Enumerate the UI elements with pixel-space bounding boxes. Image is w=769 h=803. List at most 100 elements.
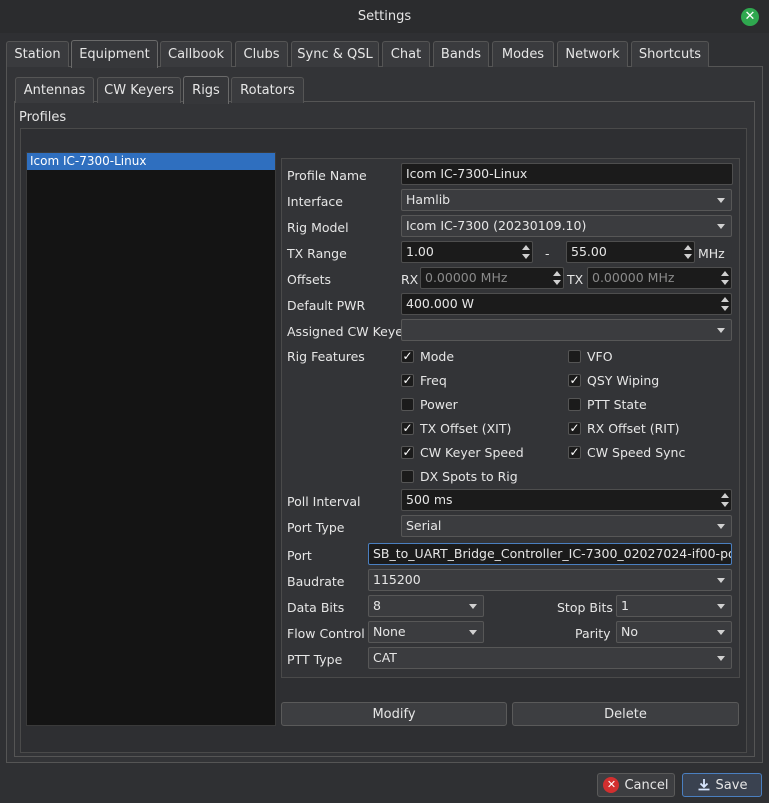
ptt-type-label: PTT Type bbox=[287, 652, 343, 667]
tab-chat[interactable]: Chat bbox=[382, 41, 430, 67]
feature-label: Freq bbox=[420, 373, 447, 388]
offsets-tx-label: TX bbox=[567, 272, 584, 287]
profile-list-item[interactable]: Icom IC-7300-Linux bbox=[27, 153, 275, 170]
default-pwr-value: 400.000 W bbox=[406, 296, 475, 311]
feature-checkbox[interactable]: ✓ bbox=[568, 374, 581, 387]
feature-label: Mode bbox=[420, 349, 455, 364]
tab-clubs[interactable]: Clubs bbox=[235, 41, 288, 67]
stop-bits-value: 1 bbox=[621, 598, 629, 613]
tx-range-from-input[interactable]: 1.00 bbox=[401, 241, 533, 263]
profile-list[interactable] bbox=[26, 152, 276, 726]
chevron-down-icon bbox=[717, 198, 725, 203]
profiles-label: Profiles bbox=[19, 110, 67, 125]
cancel-icon: ✕ bbox=[603, 777, 620, 793]
tab-station[interactable]: Station bbox=[6, 41, 69, 67]
assigned-cw-keyer-select[interactable] bbox=[401, 319, 732, 341]
chevron-down-icon bbox=[469, 630, 477, 635]
feature-checkbox[interactable]: ✓ bbox=[401, 446, 414, 459]
tab-bands[interactable]: Bands bbox=[433, 41, 489, 67]
baudrate-label: Baudrate bbox=[287, 574, 345, 589]
modify-button[interactable]: Modify bbox=[281, 702, 507, 726]
flow-control-value: None bbox=[373, 624, 406, 639]
poll-interval-input[interactable]: 500 ms bbox=[401, 489, 732, 511]
tx-range-to-input[interactable]: 55.00 bbox=[566, 241, 695, 263]
parity-value: No bbox=[621, 624, 638, 639]
feature-checkbox[interactable]: ✓ bbox=[401, 374, 414, 387]
feature-checkbox[interactable]: ✓ bbox=[568, 446, 581, 459]
ptt-type-select[interactable]: CAT bbox=[368, 647, 732, 669]
window-title: Settings bbox=[357, 9, 412, 24]
data-bits-select[interactable]: 8 bbox=[368, 595, 484, 617]
spin-arrows-icon[interactable] bbox=[551, 268, 563, 288]
port-type-select[interactable]: Serial bbox=[401, 515, 732, 537]
port-label: Port bbox=[287, 548, 312, 563]
interface-value: Hamlib bbox=[406, 192, 451, 207]
flow-control-select[interactable]: None bbox=[368, 621, 484, 643]
rig-features-label: Rig Features bbox=[287, 349, 365, 364]
data-bits-value: 8 bbox=[373, 598, 381, 613]
feature-checkbox[interactable] bbox=[568, 398, 581, 411]
interface-label: Interface bbox=[287, 194, 343, 209]
feature-label: PTT State bbox=[587, 397, 647, 412]
spin-arrows-icon[interactable] bbox=[719, 268, 731, 288]
tab-cw-keyers[interactable]: CW Keyers bbox=[97, 77, 181, 103]
port-input[interactable]: SB_to_UART_Bridge_Controller_IC-7300_020… bbox=[368, 543, 732, 565]
feature-checkbox[interactable]: ✓ bbox=[401, 350, 414, 363]
chevron-down-icon bbox=[717, 656, 725, 661]
default-pwr-label: Default PWR bbox=[287, 298, 366, 313]
save-label: Save bbox=[715, 777, 748, 793]
tab-sync-qsl[interactable]: Sync & QSL bbox=[291, 41, 379, 67]
port-type-value: Serial bbox=[406, 518, 442, 533]
tab-modes[interactable]: Modes bbox=[492, 41, 554, 67]
tab-antennas[interactable]: Antennas bbox=[15, 77, 94, 103]
save-button[interactable]: Save bbox=[682, 773, 762, 797]
feature-checkbox[interactable] bbox=[401, 398, 414, 411]
chevron-down-icon bbox=[717, 328, 725, 333]
feature-label: VFO bbox=[587, 349, 613, 364]
chevron-down-icon bbox=[717, 524, 725, 529]
feature-label: Power bbox=[420, 397, 458, 412]
default-pwr-input[interactable]: 400.000 W bbox=[401, 293, 732, 315]
tx-range-to-value: 55.00 bbox=[571, 244, 607, 259]
baudrate-value: 115200 bbox=[373, 572, 421, 587]
close-icon[interactable]: ✕ bbox=[741, 8, 759, 26]
tab-shortcuts[interactable]: Shortcuts bbox=[631, 41, 709, 67]
tab-network[interactable]: Network bbox=[557, 41, 628, 67]
spin-arrows-icon[interactable] bbox=[682, 242, 694, 262]
delete-button[interactable]: Delete bbox=[512, 702, 739, 726]
baudrate-select[interactable]: 115200 bbox=[368, 569, 732, 591]
ptt-type-value: CAT bbox=[373, 650, 397, 665]
tab-rotators[interactable]: Rotators bbox=[231, 77, 304, 103]
stop-bits-select[interactable]: 1 bbox=[616, 595, 732, 617]
tx-range-label: TX Range bbox=[287, 246, 347, 261]
offsets-tx-value: 0.00000 MHz bbox=[592, 270, 675, 285]
rig-model-value: Icom IC-7300 (20230109.10) bbox=[406, 218, 587, 233]
parity-label: Parity bbox=[575, 626, 611, 641]
tab-rigs[interactable]: Rigs bbox=[183, 76, 229, 104]
feature-label: DX Spots to Rig bbox=[420, 469, 518, 484]
interface-select[interactable]: Hamlib bbox=[401, 189, 732, 211]
feature-checkbox[interactable] bbox=[568, 350, 581, 363]
offsets-rx-value: 0.00000 MHz bbox=[425, 270, 508, 285]
profile-name-input[interactable]: Icom IC-7300-Linux bbox=[401, 163, 733, 185]
feature-checkbox[interactable]: ✓ bbox=[568, 422, 581, 435]
feature-checkbox[interactable] bbox=[401, 470, 414, 483]
cancel-button[interactable]: ✕ Cancel bbox=[597, 773, 675, 797]
spin-arrows-icon[interactable] bbox=[520, 242, 532, 262]
data-bits-label: Data Bits bbox=[287, 600, 345, 615]
chevron-down-icon bbox=[717, 630, 725, 635]
feature-checkbox[interactable]: ✓ bbox=[401, 422, 414, 435]
tab-callbook[interactable]: Callbook bbox=[160, 41, 232, 67]
tab-equipment[interactable]: Equipment bbox=[71, 40, 158, 68]
offsets-tx-input[interactable]: 0.00000 MHz bbox=[587, 267, 732, 289]
offsets-rx-input[interactable]: 0.00000 MHz bbox=[420, 267, 564, 289]
profile-name-label: Profile Name bbox=[287, 168, 367, 183]
feature-label: TX Offset (XIT) bbox=[420, 421, 512, 436]
spin-arrows-icon[interactable] bbox=[719, 490, 731, 510]
cancel-label: Cancel bbox=[624, 777, 669, 793]
chevron-down-icon bbox=[469, 604, 477, 609]
feature-label: CW Keyer Speed bbox=[420, 445, 524, 460]
rig-model-select[interactable]: Icom IC-7300 (20230109.10) bbox=[401, 215, 732, 237]
parity-select[interactable]: No bbox=[616, 621, 732, 643]
spin-arrows-icon[interactable] bbox=[719, 294, 731, 314]
